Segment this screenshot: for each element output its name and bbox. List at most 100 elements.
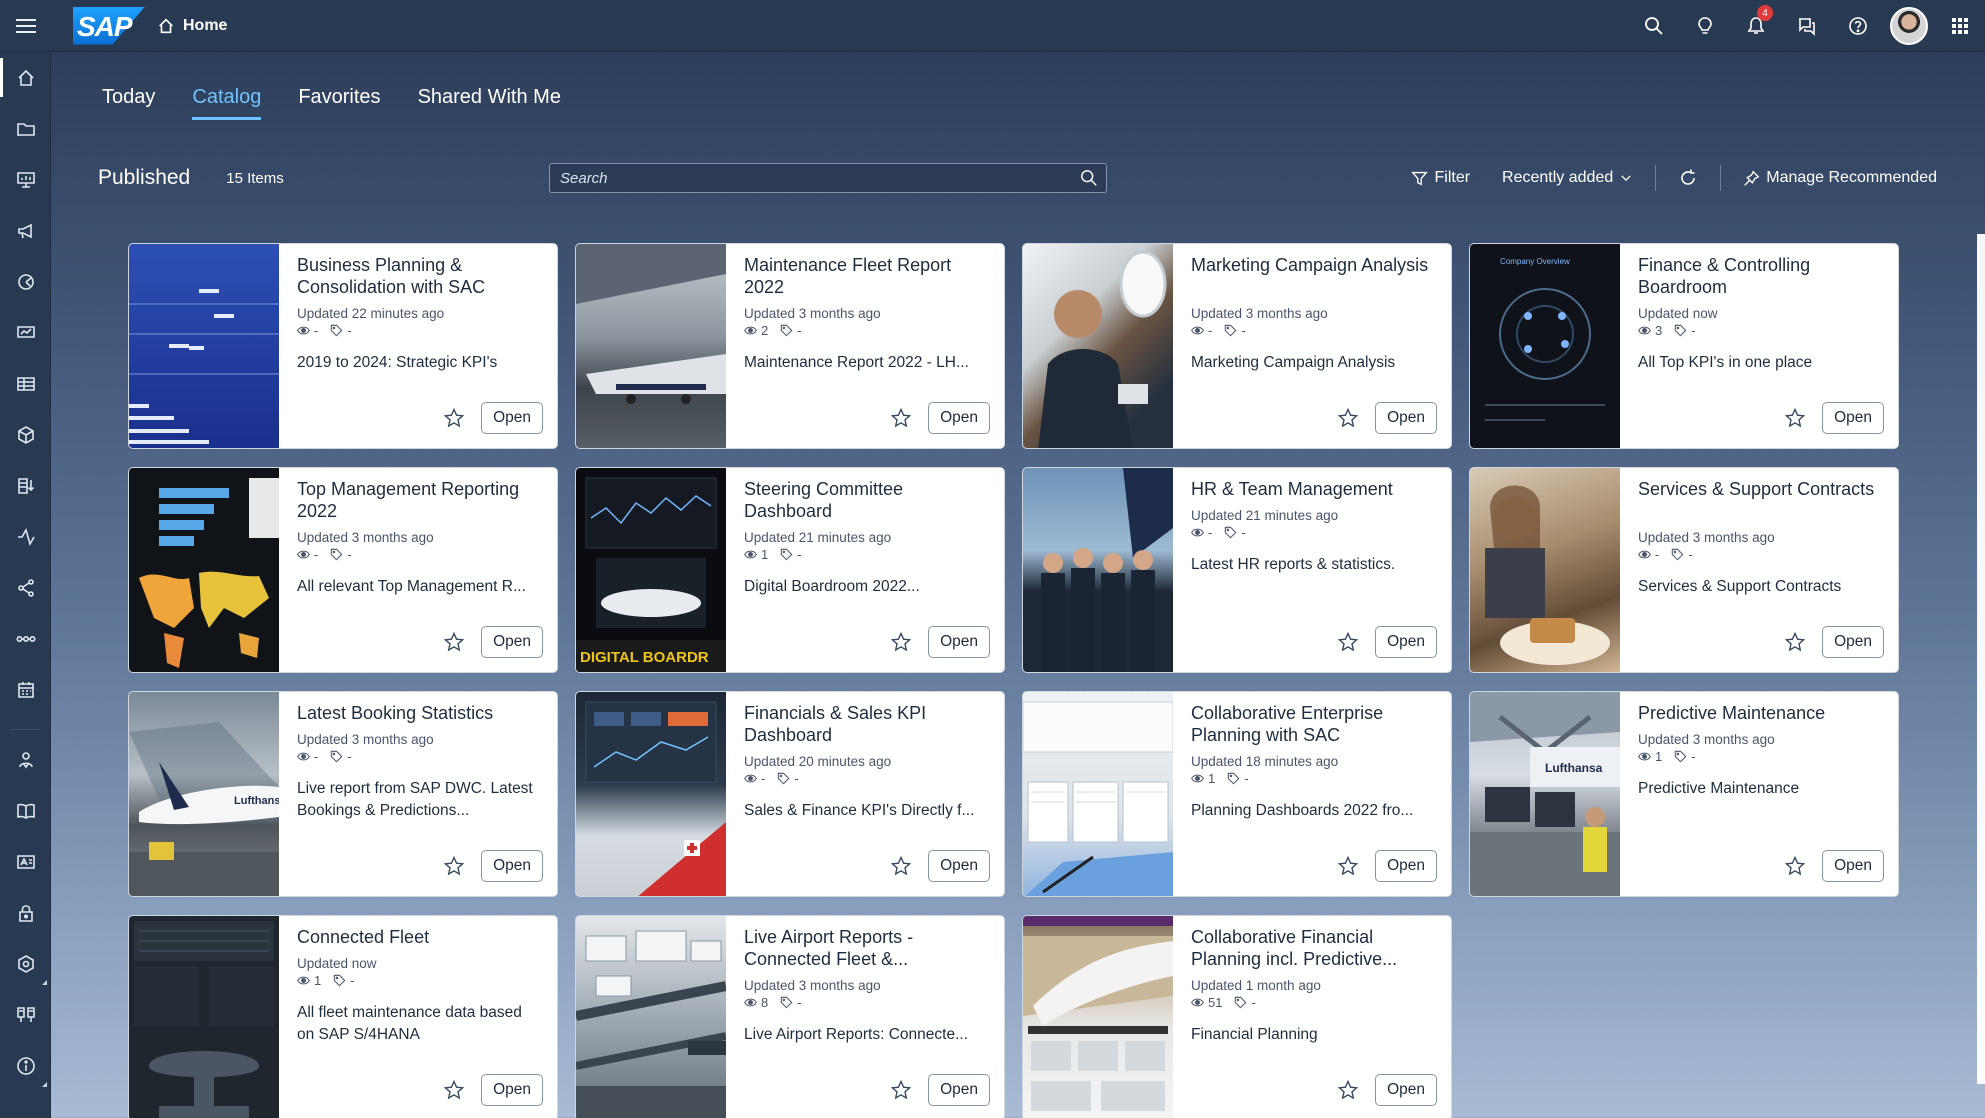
favorite-button[interactable] [1780,627,1810,657]
nav-datasets[interactable] [0,358,51,409]
nav-home[interactable] [0,52,51,103]
filter-button[interactable]: Filter [1399,169,1482,187]
open-button[interactable]: Open [1375,850,1437,882]
open-button[interactable]: Open [928,850,990,882]
favorite-button[interactable] [1333,851,1363,881]
favorite-button[interactable] [1333,627,1363,657]
catalog-card[interactable]: Company Overview Finance & Controlling B… [1469,243,1899,449]
catalog-card[interactable]: Business Planning & Consolidation with S… [128,243,558,449]
favorite-button[interactable] [439,627,469,657]
catalog-card[interactable]: Collaborative Financial Planning incl. P… [1022,915,1452,1118]
chat-button[interactable] [1781,0,1832,52]
favorite-button[interactable] [1780,851,1810,881]
card-title[interactable]: Financials & Sales KPI Dashboard [744,702,990,746]
favorite-button[interactable] [886,627,916,657]
card-title[interactable]: HR & Team Management [1191,478,1437,500]
open-button[interactable]: Open [1822,402,1884,434]
nav-translation[interactable] [0,785,51,836]
user-avatar-button[interactable] [1883,0,1934,52]
card-title[interactable]: Steering Committee Dashboard [744,478,990,522]
manage-recommended-button[interactable]: Manage Recommended [1731,169,1949,187]
menu-icon[interactable] [0,0,51,52]
nav-digital-boardroom[interactable] [0,205,51,256]
catalog-card[interactable]: Maintenance Fleet Report 2022 Updated 3 … [575,243,1005,449]
open-button[interactable]: Open [928,626,990,658]
nav-data-analyzer[interactable] [0,307,51,358]
open-button[interactable]: Open [481,1074,543,1106]
nav-security-lock[interactable] [0,887,51,938]
product-switch-button[interactable] [1934,0,1985,52]
card-title[interactable]: Connected Fleet [297,926,543,948]
card-title[interactable]: Services & Support Contracts [1638,478,1884,522]
nav-security[interactable] [0,734,51,785]
favorite-button[interactable] [439,851,469,881]
card-title[interactable]: Live Airport Reports - Connected Fleet &… [744,926,990,970]
open-button[interactable]: Open [481,626,543,658]
open-button[interactable]: Open [1375,626,1437,658]
catalog-card[interactable]: Collaborative Enterprise Planning with S… [1022,691,1452,897]
nav-workflow[interactable] [0,613,51,664]
open-button[interactable]: Open [1822,626,1884,658]
nav-calendar[interactable] [0,664,51,715]
nav-files[interactable] [0,103,51,154]
tab-favorites[interactable]: Favorites [298,86,380,120]
card-title[interactable]: Latest Booking Statistics [297,702,543,724]
open-button[interactable]: Open [1375,402,1437,434]
open-button[interactable]: Open [481,402,543,434]
favorite-button[interactable] [886,1075,916,1105]
open-button[interactable]: Open [481,850,543,882]
sap-logo[interactable]: SAP [73,6,145,45]
catalog-card[interactable]: DIGITAL BOARDR Steering Committee Dashbo… [575,467,1005,673]
catalog-card[interactable]: HR & Team Management Updated 21 minutes … [1022,467,1452,673]
catalog-card[interactable]: Connected Fleet Updated now 1 - All flee… [128,915,558,1118]
nav-content-network[interactable] [0,836,51,887]
home-link[interactable]: Home [157,17,227,35]
search-button[interactable] [1628,0,1679,52]
catalog-card[interactable]: Marketing Campaign Analysis Updated 3 mo… [1022,243,1452,449]
nav-deployment[interactable] [0,989,51,1040]
nav-data-management[interactable] [0,460,51,511]
nav-stories[interactable] [0,154,51,205]
open-button[interactable]: Open [1822,850,1884,882]
card-title[interactable]: Collaborative Enterprise Planning with S… [1191,702,1437,746]
favorite-button[interactable] [1780,403,1810,433]
favorite-button[interactable] [886,851,916,881]
catalog-card[interactable]: Services & Support Contracts Updated 3 m… [1469,467,1899,673]
search-field[interactable] [549,163,1107,193]
lightbulb-button[interactable] [1679,0,1730,52]
favorite-button[interactable] [439,1075,469,1105]
tab-catalog[interactable]: Catalog [192,86,262,120]
card-title[interactable]: Collaborative Financial Planning incl. P… [1191,926,1437,970]
card-title[interactable]: Top Management Reporting 2022 [297,478,543,522]
favorite-button[interactable] [1333,403,1363,433]
refresh-button[interactable] [1666,168,1710,188]
favorite-button[interactable] [1333,1075,1363,1105]
catalog-card[interactable]: Top Management Reporting 2022 Updated 3 … [128,467,558,673]
nav-predictive[interactable] [0,511,51,562]
card-title[interactable]: Predictive Maintenance [1638,702,1884,724]
open-button[interactable]: Open [1375,1074,1437,1106]
catalog-card[interactable]: Live Airport Reports - Connected Fleet &… [575,915,1005,1118]
tab-shared-with-me[interactable]: Shared With Me [418,86,561,120]
card-title[interactable]: Business Planning & Consolidation with S… [297,254,543,298]
catalog-card[interactable]: Lufthansa Latest Booking Statistics Upda… [128,691,558,897]
sort-dropdown[interactable]: Recently added [1490,169,1645,187]
card-title[interactable]: Marketing Campaign Analysis [1191,254,1437,298]
help-button[interactable] [1832,0,1883,52]
card-title[interactable]: Finance & Controlling Boardroom [1638,254,1884,298]
catalog-card[interactable]: Financials & Sales KPI Dashboard Updated… [575,691,1005,897]
notifications-button[interactable]: 4 [1730,0,1781,52]
open-button[interactable]: Open [928,402,990,434]
open-button[interactable]: Open [928,1074,990,1106]
search-input[interactable] [550,169,1072,187]
nav-analytic-applications[interactable] [0,256,51,307]
nav-system[interactable] [0,938,51,989]
scrollbar[interactable] [1977,234,1985,1084]
nav-connections[interactable] [0,562,51,613]
search-submit-button[interactable] [1072,169,1106,187]
tab-today[interactable]: Today [102,86,155,120]
favorite-button[interactable] [439,403,469,433]
card-title[interactable]: Maintenance Fleet Report 2022 [744,254,990,298]
favorite-button[interactable] [886,403,916,433]
catalog-card[interactable]: Lufthansa Predictive Maintenance Updated… [1469,691,1899,897]
